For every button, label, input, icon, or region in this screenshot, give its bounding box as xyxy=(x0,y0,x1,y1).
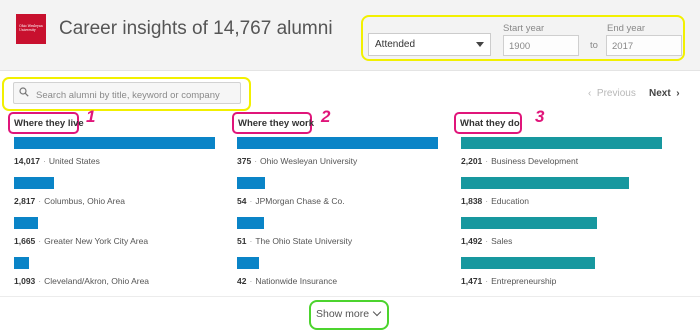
next-button[interactable]: Next › xyxy=(649,88,680,99)
stat-label[interactable]: 51 · The Ohio State University xyxy=(237,236,352,246)
stat-count: 14,017 xyxy=(14,156,40,166)
tab-what-they-do[interactable]: What they do xyxy=(454,112,522,134)
separator-dot: · xyxy=(485,156,489,166)
stat-bar[interactable] xyxy=(237,177,265,189)
stat-bar[interactable] xyxy=(237,217,264,229)
separator-dot: · xyxy=(249,276,253,286)
stat-count: 51 xyxy=(237,236,247,246)
separator-dot: · xyxy=(249,196,253,206)
stat-name: Nationwide Insurance xyxy=(255,276,338,286)
start-year-label: Start year xyxy=(503,23,545,34)
stat-label[interactable]: 2,201 · Business Development xyxy=(461,156,578,166)
stat-bar[interactable] xyxy=(14,137,215,149)
chevron-down-icon xyxy=(476,42,484,47)
stat-bar[interactable] xyxy=(237,257,259,269)
stat-bar[interactable] xyxy=(461,137,662,149)
stat-count: 42 xyxy=(237,276,247,286)
stat-count: 1,471 xyxy=(461,276,483,286)
show-more-button[interactable]: Show more xyxy=(316,307,382,320)
stat-label[interactable]: 1,492 · Sales xyxy=(461,236,512,246)
stat-name: United States xyxy=(48,156,100,166)
stat-label[interactable]: 1,665 · Greater New York City Area xyxy=(14,236,148,246)
end-year-label: End year xyxy=(607,23,646,34)
stat-bar[interactable] xyxy=(461,177,629,189)
stat-name: Columbus, Ohio Area xyxy=(44,196,125,206)
stat-bar[interactable] xyxy=(14,257,29,269)
stat-bar[interactable] xyxy=(237,137,438,149)
tab-where-they-live[interactable]: Where they live xyxy=(8,112,84,134)
page-title: Career insights of 14,767 alumni xyxy=(59,18,333,39)
to-label: to xyxy=(590,40,598,51)
stat-label[interactable]: 1,471 · Entrepreneurship xyxy=(461,276,556,286)
start-year-input[interactable]: 1900 xyxy=(503,35,579,56)
stat-label[interactable]: 2,817 · Columbus, Ohio Area xyxy=(14,196,125,206)
stat-label[interactable]: 54 · JPMorgan Chase & Co. xyxy=(237,196,345,206)
stat-count: 54 xyxy=(237,196,247,206)
stat-name: Cleveland/Akron, Ohio Area xyxy=(44,276,150,286)
divider xyxy=(0,296,700,297)
separator-dot: · xyxy=(43,156,46,166)
stat-bar[interactable] xyxy=(461,257,595,269)
separator-dot: · xyxy=(249,236,253,246)
stat-name: Business Development xyxy=(491,156,579,166)
chevron-down-icon xyxy=(372,307,382,317)
stat-count: 1,665 xyxy=(14,236,36,246)
end-year-input[interactable]: 2017 xyxy=(606,35,682,56)
previous-button[interactable]: ‹ Previous xyxy=(588,88,636,99)
next-label: Next xyxy=(649,88,671,99)
stat-name: Sales xyxy=(491,236,513,246)
attendance-select[interactable]: Attended xyxy=(368,33,491,56)
stat-count: 2,817 xyxy=(14,196,36,206)
separator-dot: · xyxy=(38,236,42,246)
stat-name: Education xyxy=(491,196,529,206)
previous-label: Previous xyxy=(596,88,636,99)
stat-label[interactable]: 1,838 · Education xyxy=(461,196,529,206)
separator-dot: · xyxy=(485,276,489,286)
stat-bar[interactable] xyxy=(14,177,54,189)
attendance-select-value: Attended xyxy=(375,39,416,50)
separator-dot: · xyxy=(38,276,42,286)
annotation-number-1: 1 xyxy=(86,107,96,126)
stat-name: The Ohio State University xyxy=(255,236,353,246)
search-input[interactable] xyxy=(13,82,241,104)
search-icon xyxy=(19,87,29,97)
separator-dot: · xyxy=(38,196,42,206)
separator-dot: · xyxy=(254,156,258,166)
stat-bar[interactable] xyxy=(14,217,38,229)
stat-count: 375 xyxy=(237,156,252,166)
stat-count: 1,093 xyxy=(14,276,36,286)
chevron-left-icon: ‹ xyxy=(588,88,592,99)
stat-name: Entrepreneurship xyxy=(491,276,557,286)
stat-count: 1,492 xyxy=(461,236,483,246)
separator-dot: · xyxy=(485,196,489,206)
stat-name: Ohio Wesleyan University xyxy=(260,156,358,166)
stat-count: 2,201 xyxy=(461,156,483,166)
annotation-number-2: 2 xyxy=(321,107,331,126)
stat-label[interactable]: 42 · Nationwide Insurance xyxy=(237,276,337,286)
tab-where-they-work[interactable]: Where they work xyxy=(232,112,314,134)
annotation-number-3: 3 xyxy=(535,107,545,126)
chevron-right-icon: › xyxy=(676,88,680,99)
stat-name: Greater New York City Area xyxy=(44,236,149,246)
stat-name: JPMorgan Chase & Co. xyxy=(255,196,345,206)
university-logo[interactable]: Ohio Wesleyan University xyxy=(16,14,46,44)
stat-label[interactable]: 375 · Ohio Wesleyan University xyxy=(237,156,357,166)
show-more-label: Show more xyxy=(316,308,370,320)
stat-count: 1,838 xyxy=(461,196,483,206)
stat-bar[interactable] xyxy=(461,217,597,229)
stat-label[interactable]: 1,093 · Cleveland/Akron, Ohio Area xyxy=(14,276,149,286)
stat-label[interactable]: 14,017 · United States xyxy=(14,156,100,166)
separator-dot: · xyxy=(485,236,489,246)
